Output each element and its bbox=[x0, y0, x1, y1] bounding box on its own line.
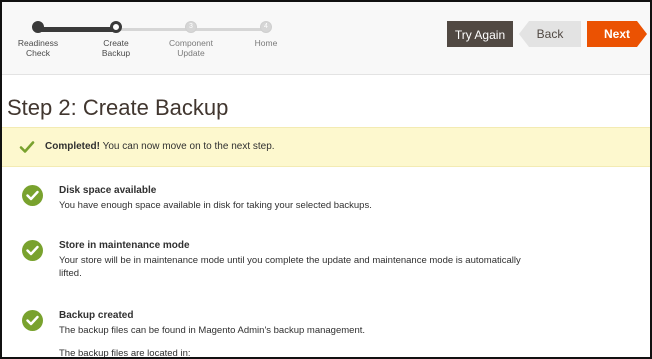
check-title: Disk space available bbox=[59, 185, 157, 196]
notice-text: Completed! You can now move on to the ne… bbox=[45, 140, 275, 154]
check-description: Your store will be in maintenance mode u… bbox=[59, 255, 521, 279]
step-label: Home bbox=[254, 38, 278, 48]
step-component-update[interactable]: 3 Component Update bbox=[156, 21, 226, 58]
notice-strong: Completed! bbox=[45, 141, 100, 152]
backup-location-text: The backup files are located in: bbox=[59, 348, 191, 359]
next-button[interactable]: Next bbox=[587, 21, 647, 47]
step-done-dot-icon bbox=[32, 21, 44, 33]
success-check-icon bbox=[22, 185, 43, 206]
step-label: Component Update bbox=[169, 38, 213, 58]
step-current-dot-icon bbox=[110, 21, 122, 33]
step-readiness-check[interactable]: Readiness Check bbox=[3, 21, 73, 58]
page-title: Step 2: Create Backup bbox=[7, 95, 229, 120]
try-again-button[interactable]: Try Again bbox=[447, 21, 513, 47]
check-description: The backup files can be found in Magento… bbox=[59, 325, 366, 336]
check-description: You have enough space available in disk … bbox=[59, 200, 372, 211]
notice-message: You can now move on to the next step. bbox=[100, 141, 275, 152]
checkmark-icon bbox=[19, 141, 35, 153]
wizard-progress-bar: Readiness Check Create Backup 3 Componen… bbox=[2, 2, 650, 75]
success-notice: Completed! You can now move on to the ne… bbox=[2, 127, 650, 167]
step-create-backup[interactable]: Create Backup bbox=[81, 21, 151, 58]
setup-wizard-window: Readiness Check Create Backup 3 Componen… bbox=[0, 0, 652, 359]
check-title: Store in maintenance mode bbox=[59, 240, 190, 251]
step-home[interactable]: 4 Home bbox=[231, 21, 301, 48]
step-number-dot: 4 bbox=[260, 21, 272, 33]
check-title: Backup created bbox=[59, 310, 134, 321]
step-number-dot: 3 bbox=[185, 21, 197, 33]
step-label: Create Backup bbox=[101, 38, 131, 58]
back-button[interactable]: Back bbox=[519, 21, 581, 47]
success-check-icon bbox=[22, 310, 43, 331]
success-check-icon bbox=[22, 240, 43, 261]
step-label: Readiness Check bbox=[17, 38, 59, 58]
